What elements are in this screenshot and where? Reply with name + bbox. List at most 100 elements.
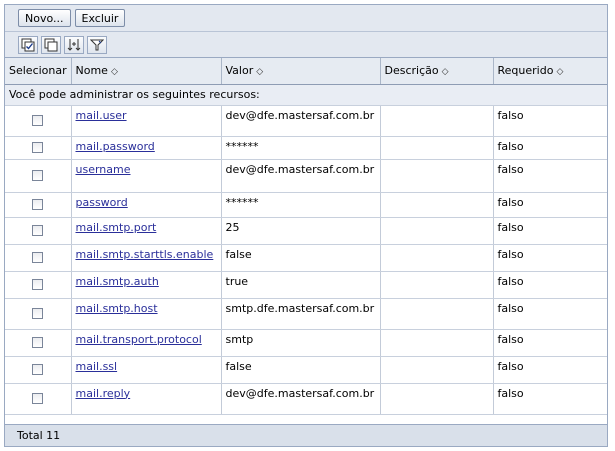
select-cell — [5, 356, 72, 384]
required-cell: falso — [493, 192, 607, 218]
resources-table: Selecionar Nome ◇ Valor ◇ Descrição ◇ Reque… — [5, 58, 607, 415]
name-cell: mail.user — [71, 105, 222, 137]
resource-panel: Novo... Excluir Selecionar Nome ◇ Valor … — [4, 4, 608, 447]
required-cell: falso — [493, 217, 607, 245]
row-checkbox[interactable] — [32, 169, 44, 181]
table-row: mail.smtp.auth true falso — [5, 271, 607, 299]
table-row: mail.smtp.starttls.enable false falso — [5, 244, 607, 272]
required-cell: falso — [493, 329, 607, 357]
select-cell — [5, 329, 72, 357]
description-cell — [380, 159, 494, 193]
expand-filter-button[interactable] — [64, 35, 84, 54]
required-cell: falso — [493, 136, 607, 160]
required-cell: falso — [493, 356, 607, 384]
row-checkbox[interactable] — [32, 198, 44, 210]
resource-name-link[interactable]: mail.ssl — [76, 360, 118, 373]
select-all-button[interactable] — [18, 35, 38, 54]
row-checkbox[interactable] — [32, 224, 44, 236]
value-cell: ****** — [221, 192, 381, 218]
value-cell: smtp — [221, 329, 381, 357]
value-cell: false — [221, 244, 381, 272]
select-cell — [5, 244, 72, 272]
select-cell — [5, 298, 72, 330]
row-checkbox[interactable] — [32, 392, 44, 404]
row-checkbox[interactable] — [32, 278, 44, 290]
deselect-all-icon — [44, 38, 58, 51]
table-row: mail.transport.protocol smtp falso — [5, 329, 607, 357]
description-cell — [380, 192, 494, 218]
value-cell: dev@dfe.mastersaf.com.br — [221, 159, 381, 193]
sort-icon[interactable]: ◇ — [442, 67, 449, 77]
filter-button[interactable] — [87, 35, 107, 54]
table-row: password ****** falso — [5, 192, 607, 218]
total-count: Total 11 — [17, 429, 61, 442]
new-button[interactable]: Novo... — [18, 9, 71, 27]
expand-filter-icon — [67, 38, 81, 51]
name-cell: mail.password — [71, 136, 222, 160]
row-checkbox[interactable] — [32, 307, 44, 319]
resource-name-link[interactable]: username — [76, 163, 131, 176]
table-row: mail.smtp.host smtp.dfe.mastersaf.com.br f… — [5, 298, 607, 330]
select-cell — [5, 192, 72, 218]
required-cell: falso — [493, 383, 607, 415]
name-cell: mail.reply — [71, 383, 222, 415]
select-cell — [5, 136, 72, 160]
resource-name-link[interactable]: mail.smtp.starttls.enable — [76, 248, 214, 261]
table-note: Você pode administrar os seguintes recur… — [5, 84, 607, 106]
resource-name-link[interactable]: mail.smtp.port — [76, 221, 157, 234]
name-cell: mail.transport.protocol — [71, 329, 222, 357]
deselect-all-button[interactable] — [41, 35, 61, 54]
table-row: mail.reply dev@dfe.mastersaf.com.br falso — [5, 383, 607, 415]
table-row: mail.password ****** falso — [5, 136, 607, 160]
sort-icon[interactable]: ◇ — [111, 67, 118, 77]
resource-name-link[interactable]: mail.smtp.host — [76, 302, 158, 315]
description-cell — [380, 217, 494, 245]
name-cell: mail.smtp.starttls.enable — [71, 244, 222, 272]
column-header-value[interactable]: Valor ◇ — [221, 58, 381, 85]
table-note-row: Você pode administrar os seguintes recur… — [5, 84, 607, 106]
select-cell — [5, 383, 72, 415]
required-cell: falso — [493, 244, 607, 272]
sort-icon[interactable]: ◇ — [556, 67, 563, 77]
resource-name-link[interactable]: password — [76, 196, 128, 209]
value-cell: false — [221, 356, 381, 384]
description-cell — [380, 105, 494, 137]
sort-icon[interactable]: ◇ — [256, 67, 263, 77]
column-header-name[interactable]: Nome ◇ — [71, 58, 222, 85]
value-cell: true — [221, 271, 381, 299]
row-checkbox[interactable] — [32, 251, 44, 263]
column-header-description[interactable]: Descrição ◇ — [380, 58, 494, 85]
column-header-required[interactable]: Requerido ◇ — [493, 58, 607, 85]
resource-name-link[interactable]: mail.reply — [76, 387, 131, 400]
select-all-icon — [21, 38, 35, 51]
value-cell: dev@dfe.mastersaf.com.br — [221, 383, 381, 415]
resource-name-link[interactable]: mail.user — [76, 109, 127, 122]
name-cell: mail.smtp.host — [71, 298, 222, 330]
row-checkbox[interactable] — [32, 114, 44, 126]
select-cell — [5, 271, 72, 299]
row-checkbox[interactable] — [32, 336, 44, 348]
required-cell: falso — [493, 105, 607, 137]
description-cell — [380, 329, 494, 357]
row-checkbox[interactable] — [32, 141, 44, 153]
row-checkbox[interactable] — [32, 363, 44, 375]
resource-name-link[interactable]: mail.smtp.auth — [76, 275, 159, 288]
column-header-select: Selecionar — [5, 58, 72, 85]
required-cell: falso — [493, 159, 607, 193]
resource-name-link[interactable]: mail.transport.protocol — [76, 333, 202, 346]
value-cell: smtp.dfe.mastersaf.com.br — [221, 298, 381, 330]
icon-toolbar — [5, 32, 607, 58]
table-row: mail.user dev@dfe.mastersaf.com.br falso — [5, 105, 607, 137]
description-cell — [380, 356, 494, 384]
table-row: mail.smtp.port 25 falso — [5, 217, 607, 245]
value-cell: ****** — [221, 136, 381, 160]
name-cell: mail.smtp.port — [71, 217, 222, 245]
delete-button[interactable]: Excluir — [74, 9, 126, 27]
value-cell: 25 — [221, 217, 381, 245]
table-footer: Total 11 — [5, 424, 607, 446]
select-cell — [5, 159, 72, 193]
description-cell — [380, 298, 494, 330]
filter-icon — [90, 39, 104, 50]
table-row: mail.ssl false falso — [5, 356, 607, 384]
resource-name-link[interactable]: mail.password — [76, 140, 155, 153]
